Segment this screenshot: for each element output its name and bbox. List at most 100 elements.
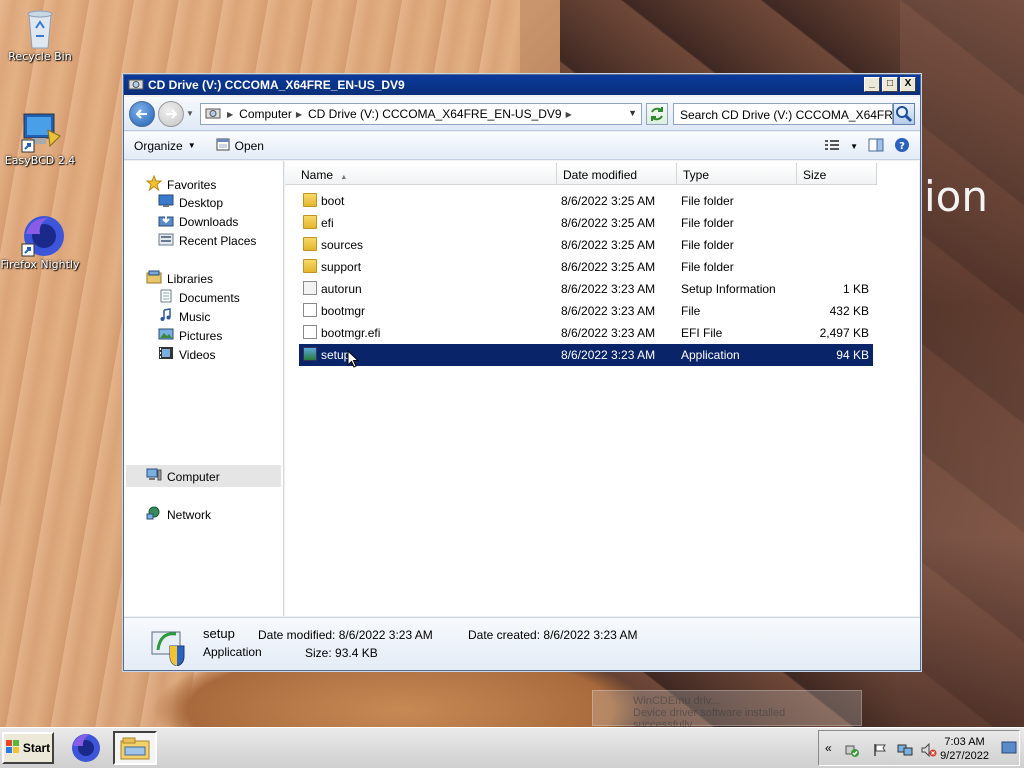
close-button[interactable]: X [900,77,916,92]
documents-icon [158,289,174,306]
column-header-name[interactable]: Name ▲ [285,163,557,185]
details-date-modified: Date modified: 8/6/2022 3:23 AM [258,628,433,642]
desktop-icon-firefox-nightly[interactable]: Firefox Nightly [0,214,80,271]
preview-pane-icon[interactable] [868,138,884,155]
nav-label: Pictures [179,328,223,343]
explorer-window: CD Drive (V:) CCCOMA_X64FRE_EN-US_DV9 _ … [123,74,921,671]
volume-muted-icon[interactable] [921,742,937,758]
star-icon [145,174,163,194]
back-arrow-icon [136,109,147,119]
taskbar-windows-explorer[interactable] [113,731,157,765]
file-row-setup[interactable]: setup 8/6/2022 3:23 AM Application 94 KB [299,344,873,368]
maximize-button[interactable]: □ [882,77,898,92]
column-header-date[interactable]: Date modified [557,163,677,185]
title-bar[interactable]: CD Drive (V:) CCCOMA_X64FRE_EN-US_DV9 _ … [124,75,920,95]
file-type: File folder [681,238,734,252]
nav-label: Desktop [179,195,224,210]
views-icon[interactable] [824,138,840,155]
file-row-support[interactable]: support 8/6/2022 3:25 AM File folder [299,256,873,278]
network-status-icon[interactable] [897,743,913,757]
show-desktop-button[interactable] [1001,741,1017,755]
nav-item-videos[interactable]: Videos [158,346,215,363]
search-icon [896,106,913,123]
file-name: autorun [321,282,362,296]
start-button[interactable]: Start [2,732,54,764]
application-icon [303,347,317,361]
chevron-down-icon: ▼ [187,141,196,150]
address-drive-icon [205,106,221,123]
search-input[interactable]: Search CD Drive (V:) CCCOMA_X64FR... [673,103,893,125]
nav-item-libraries[interactable]: Libraries [146,270,213,287]
file-type: EFI File [681,326,723,340]
nav-item-favorites[interactable]: Favorites [145,174,217,194]
nav-item-desktop[interactable]: Desktop [158,194,223,211]
breadcrumb-cd-drive[interactable]: CD Drive (V:) CCCOMA_X64FRE_EN-US_DV9 ▶ [308,107,572,121]
file-list: Name ▲ Date modified Type Size boot 8/6/… [285,161,919,616]
file-name: setup [321,348,351,362]
firefox-nightly-icon [20,214,64,257]
open-window-icon [216,138,230,154]
column-header-size[interactable]: Size [797,163,877,185]
nav-label: Music [179,309,211,324]
libraries-icon [146,270,162,287]
recent-places-icon [158,232,174,249]
file-row-autorun[interactable]: autorun 8/6/2022 3:23 AM Setup Informati… [299,278,873,300]
nav-item-computer[interactable]: Computer [146,468,220,485]
file-name: bootmgr [321,304,366,318]
file-type: Setup Information [681,282,776,296]
column-header-type[interactable]: Type [677,163,797,185]
breadcrumb-computer[interactable]: Computer ▶ [239,107,302,121]
navigation-pane: Favorites Desktop Downloads Recent Place… [124,161,284,616]
address-dropdown-icon[interactable]: ▼ [628,108,637,118]
desktop-icon-recycle-bin[interactable]: Recycle Bin [0,6,80,63]
minimize-button[interactable]: _ [864,77,880,92]
open-button[interactable]: Open [206,138,274,154]
clock[interactable]: 7:03 AM 9/27/2022 [940,735,989,763]
views-dropdown-icon[interactable]: ▼ [850,142,858,151]
file-row-bootmgr[interactable]: bootmgr 8/6/2022 3:23 AM File 432 KB [299,300,873,322]
nav-label: Favorites [167,177,217,192]
taskbar-firefox-nightly[interactable] [64,731,108,765]
command-bar: Organize ▼ Open ▼ ? [124,132,920,160]
nav-item-recent-places[interactable]: Recent Places [158,232,256,249]
nav-item-documents[interactable]: Documents [158,289,240,306]
file-name: boot [321,194,345,208]
file-type: File folder [681,216,734,230]
file-row-bootmgr-efi[interactable]: bootmgr.efi 8/6/2022 3:23 AM EFI File 2,… [299,322,873,344]
taskbar: Start « 7:03 AM 9/27/2022 [0,727,1024,768]
safely-remove-hardware-icon[interactable] [845,743,859,757]
action-center-flag-icon[interactable] [873,743,887,757]
details-file-name: setup [203,626,235,641]
forward-button[interactable] [158,101,184,127]
nav-item-downloads[interactable]: Downloads [158,213,238,230]
file-date: 8/6/2022 3:25 AM [561,216,656,230]
details-label: Size: [305,646,332,660]
help-icon[interactable]: ? [894,137,910,156]
file-date: 8/6/2022 3:25 AM [561,238,656,252]
desktop-icon-easybcd[interactable]: EasyBCD 2.4 [0,110,80,167]
column-label: Date modified [563,168,638,182]
chevron-right-icon: ▶ [295,109,302,119]
tray-expand-button[interactable]: « [825,741,839,755]
file-row-sources[interactable]: sources 8/6/2022 3:25 AM File folder [299,234,873,256]
start-label: Start [22,741,51,755]
organize-button[interactable]: Organize ▼ [124,139,206,153]
nav-item-music[interactable]: Music [158,308,210,325]
back-button[interactable] [129,101,155,127]
file-type: Application [681,348,740,362]
chevron-right-icon: ▶ [565,109,572,119]
refresh-button[interactable] [646,103,668,125]
search-button[interactable] [893,103,915,125]
nav-item-pictures[interactable]: Pictures [158,327,222,344]
file-row-boot[interactable]: boot 8/6/2022 3:25 AM File folder [299,190,873,212]
nav-label: Documents [179,290,240,305]
file-row-efi[interactable]: efi 8/6/2022 3:25 AM File folder [299,212,873,234]
address-bar[interactable]: ▶ Computer ▶ CD Drive (V:) CCCOMA_X64FRE_… [200,103,642,125]
nav-item-network[interactable]: Network [146,506,211,523]
notification-toast[interactable]: WinCDEmu driv... Device driver software … [592,690,862,731]
cd-drive-icon [128,77,144,94]
chevron-right-icon[interactable]: ▶ [227,110,233,119]
setup-information-icon [303,281,317,295]
mouse-cursor-icon [347,349,360,371]
history-dropdown-icon[interactable]: ▼ [186,109,194,118]
